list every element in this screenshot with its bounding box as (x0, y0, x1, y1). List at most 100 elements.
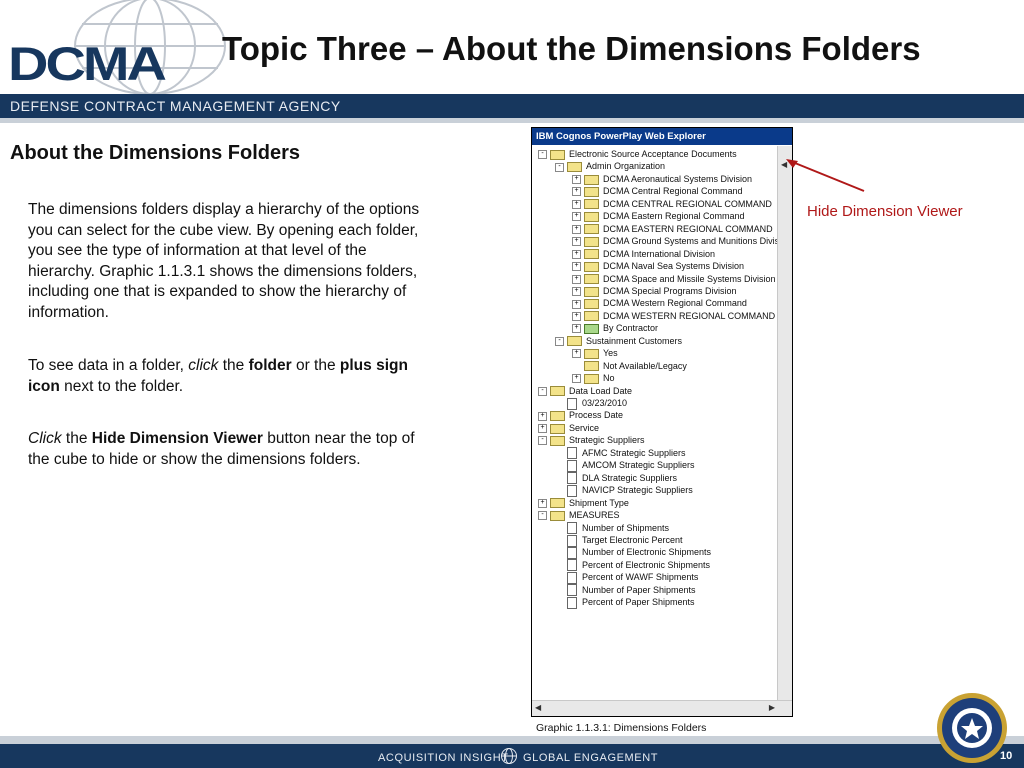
tree-item-label[interactable]: Yes (603, 348, 618, 358)
tree-item-label[interactable]: Sustainment Customers (586, 336, 682, 346)
tree-item-label[interactable]: Service (569, 423, 599, 433)
folder-icon[interactable] (584, 311, 599, 322)
tree-item[interactable]: + DCMA Aeronautical Systems Division (572, 173, 752, 185)
scroll-right-icon[interactable]: ▶ (769, 703, 775, 712)
horizontal-scrollbar[interactable]: ◀ ▶ (532, 700, 792, 716)
tree-item-label[interactable]: No (603, 373, 615, 383)
page-icon[interactable] (567, 547, 577, 560)
tree-item-label[interactable]: Electronic Source Acceptance Documents (569, 149, 737, 159)
tree-item-label[interactable]: 03/23/2010 (582, 398, 627, 408)
expand-icon[interactable]: + (572, 324, 581, 334)
tree-item[interactable]: - MEASURES (538, 509, 620, 521)
folder-icon[interactable] (550, 411, 565, 422)
tree-item[interactable]: NAVICP Strategic Suppliers (555, 484, 693, 497)
expand-icon[interactable]: + (572, 274, 581, 284)
expand-icon[interactable]: + (572, 187, 581, 197)
tree-item-label[interactable]: Admin Organization (586, 161, 665, 171)
tree-item[interactable]: + DCMA Ground Systems and Munitions Divis (572, 235, 778, 247)
tree-item-label[interactable]: DCMA Eastern Regional Command (603, 211, 745, 221)
tree-item[interactable]: + DCMA Eastern Regional Command (572, 210, 745, 222)
tree-item-label[interactable]: Target Electronic Percent (582, 535, 683, 545)
tree-item-label[interactable]: DCMA Aeronautical Systems Division (603, 174, 752, 184)
expand-icon[interactable]: + (572, 212, 581, 222)
tree-item[interactable]: AFMC Strategic Suppliers (555, 447, 686, 460)
folder-icon[interactable] (584, 199, 599, 210)
folder-icon[interactable] (584, 348, 599, 359)
tree-item[interactable]: + DCMA CENTRAL REGIONAL COMMAND (572, 198, 772, 210)
tree-item-label[interactable]: Not Available/Legacy (603, 361, 687, 371)
folder-icon[interactable] (550, 386, 565, 397)
expand-icon[interactable]: + (538, 498, 547, 508)
tree-item[interactable]: - Electronic Source Acceptance Documents (538, 148, 737, 160)
folder-icon[interactable] (567, 336, 582, 347)
tree-item-label[interactable]: DCMA WESTERN REGIONAL COMMAND (603, 311, 775, 321)
expand-icon[interactable]: + (572, 237, 581, 247)
page-icon[interactable] (567, 534, 577, 547)
tree-item[interactable]: Number of Shipments (555, 522, 669, 535)
tree-item-label[interactable]: Percent of Paper Shipments (582, 597, 695, 607)
collapse-icon[interactable]: - (538, 386, 547, 396)
tree-item[interactable]: + No (572, 372, 615, 384)
folder-icon[interactable] (584, 361, 599, 372)
folder-icon[interactable] (584, 224, 599, 235)
tree-item[interactable]: AMCOM Strategic Suppliers (555, 459, 695, 472)
expand-icon[interactable]: + (572, 199, 581, 209)
tree-item[interactable]: + DCMA EASTERN REGIONAL COMMAND (572, 223, 773, 235)
folder-icon[interactable] (550, 423, 565, 434)
folder-icon[interactable] (584, 299, 599, 310)
collapse-icon[interactable]: - (555, 162, 564, 172)
page-icon[interactable] (567, 397, 577, 410)
tree-item[interactable]: + Shipment Type (538, 497, 629, 509)
tree-item[interactable]: + Yes (572, 347, 618, 359)
tree-item-label[interactable]: DCMA EASTERN REGIONAL COMMAND (603, 224, 773, 234)
folder-icon[interactable] (584, 249, 599, 260)
tree-item-label[interactable]: DCMA Space and Missile Systems Division (603, 274, 776, 284)
collapse-icon[interactable]: - (538, 511, 547, 521)
expand-icon[interactable]: + (572, 262, 581, 272)
tree-item[interactable]: + Process Date (538, 409, 623, 422)
tree-item-label[interactable]: DCMA International Division (603, 249, 715, 259)
tree-item[interactable]: + DCMA Naval Sea Systems Division (572, 260, 744, 272)
expand-icon[interactable]: + (538, 424, 547, 434)
folder-icon[interactable] (584, 323, 599, 334)
page-icon[interactable] (567, 484, 577, 497)
tree-item[interactable]: Percent of Paper Shipments (555, 596, 695, 609)
tree-item[interactable]: Not Available/Legacy (572, 360, 687, 372)
tree-item-label[interactable]: AMCOM Strategic Suppliers (582, 460, 695, 470)
folder-icon[interactable] (550, 435, 565, 446)
page-icon[interactable] (567, 459, 577, 472)
page-icon[interactable] (567, 571, 577, 584)
collapse-icon[interactable]: - (538, 150, 547, 160)
tree-item[interactable]: Target Electronic Percent (555, 534, 683, 547)
tree-item-label[interactable]: Number of Shipments (582, 523, 669, 533)
dimension-tree[interactable]: - Electronic Source Acceptance Documents -… (532, 146, 778, 700)
expand-icon[interactable]: + (572, 249, 581, 259)
tree-item[interactable]: - Data Load Date (538, 385, 632, 397)
expand-icon[interactable]: + (572, 224, 581, 234)
tree-item[interactable]: + DCMA International Division (572, 248, 715, 260)
page-icon[interactable] (567, 559, 577, 572)
expand-icon[interactable]: + (572, 175, 581, 185)
tree-item[interactable]: + DCMA Special Programs Division (572, 285, 737, 297)
expand-icon[interactable]: + (572, 287, 581, 297)
folder-icon[interactable] (550, 498, 565, 509)
expand-icon[interactable]: + (572, 349, 581, 359)
folder-icon[interactable] (584, 286, 599, 297)
tree-item[interactable]: Number of Paper Shipments (555, 584, 696, 597)
tree-item[interactable]: + DCMA Western Regional Command (572, 297, 747, 310)
expand-icon[interactable]: + (572, 299, 581, 309)
folder-icon[interactable] (584, 261, 599, 272)
expand-icon[interactable]: + (538, 411, 547, 421)
tree-item-label[interactable]: DCMA Naval Sea Systems Division (603, 261, 744, 271)
tree-item-label[interactable]: DLA Strategic Suppliers (582, 473, 677, 483)
tree-item-label[interactable]: AFMC Strategic Suppliers (582, 448, 686, 458)
tree-item[interactable]: + DCMA WESTERN REGIONAL COMMAND (572, 310, 775, 322)
folder-icon[interactable] (584, 211, 599, 222)
tree-item[interactable]: + Service (538, 422, 599, 434)
tree-item[interactable]: Percent of WAWF Shipments (555, 571, 698, 584)
tree-item[interactable]: 03/23/2010 (555, 397, 627, 410)
page-icon[interactable] (567, 596, 577, 609)
tree-item-label[interactable]: Percent of Electronic Shipments (582, 560, 710, 570)
tree-item[interactable]: DLA Strategic Suppliers (555, 472, 677, 485)
folder-icon[interactable] (584, 174, 599, 185)
